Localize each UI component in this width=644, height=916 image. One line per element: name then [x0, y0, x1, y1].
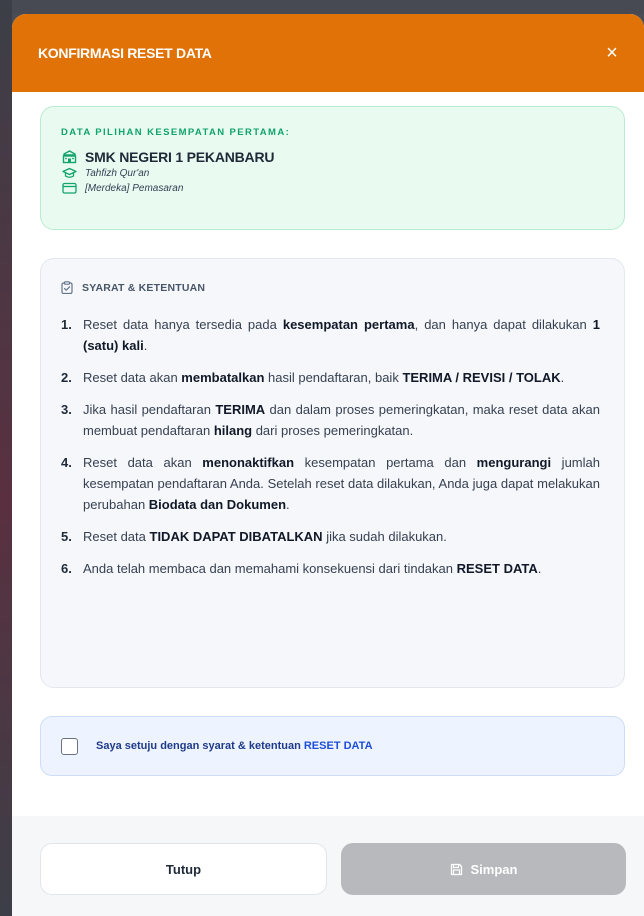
save-button[interactable]: Simpan	[341, 843, 626, 895]
agreement-checkbox[interactable]	[61, 737, 78, 755]
terms-item: 2. Reset data akan membatalkan hasil pend…	[61, 367, 600, 388]
terms-item: 5. Reset data TIDAK DAPAT DIBATALKAN jika…	[61, 526, 600, 547]
terms-list: 1. Reset data hanya tersedia pada kesempa…	[61, 314, 600, 579]
terms-item-text: Anda telah membaca dan memahami konsekue…	[83, 558, 600, 579]
selection-card: DATA PILIHAN KESEMPATAN PERTAMA: SMK NEG…	[40, 106, 625, 230]
terms-text: .	[560, 370, 565, 385]
school-icon	[61, 150, 77, 164]
major-row: [Merdeka] Pemasaran	[61, 181, 606, 195]
agreement-card: Saya setuju dengan syarat & ketentuan RE…	[40, 716, 625, 776]
terms-text: kesempatan pertama dan	[294, 455, 477, 470]
terms-emphasis: Biodata dan Dokumen	[148, 497, 287, 512]
graduation-cap-icon	[61, 166, 77, 180]
terms-item-number: 4.	[61, 455, 72, 470]
terms-text: Jika hasil pendaftaran	[83, 402, 216, 417]
terms-item-number: 2.	[61, 370, 72, 385]
terms-emphasis: menonaktifkan	[202, 455, 295, 470]
terms-item-number: 6.	[61, 561, 72, 576]
major-name: [Merdeka] Pemasaran	[85, 182, 184, 194]
modal-title: KONFIRMASI RESET DATA	[38, 45, 212, 61]
terms-text: .	[537, 561, 542, 576]
terms-text: hasil pendaftaran, baik	[264, 370, 403, 385]
terms-emphasis: mengurangi	[476, 455, 552, 470]
agreement-text: Saya setuju dengan syarat & ketentuan	[96, 740, 304, 752]
terms-item-text: Reset data akan membatalkan hasil pendaf…	[83, 367, 600, 388]
close-button[interactable]: Tutup	[40, 843, 327, 895]
backdrop	[0, 0, 644, 14]
school-row: SMK NEGERI 1 PEKANBARU	[61, 149, 606, 165]
save-button-label: Simpan	[470, 861, 518, 877]
modal-header: KONFIRMASI RESET DATA ×	[12, 14, 644, 92]
terms-text: jika sudah dilakukan.	[322, 529, 447, 544]
terms-text: , dan hanya dapat dilakukan	[414, 317, 593, 332]
terms-item: 4. Reset data akan menonaktifkan kesempat…	[61, 452, 600, 515]
card-icon	[61, 181, 77, 195]
terms-card: SYARAT & KETENTUAN 1. Reset data hanya te…	[40, 258, 625, 688]
terms-item-text: Jika hasil pendaftaran TERIMA dan dalam …	[83, 399, 600, 441]
selection-heading: DATA PILIHAN KESEMPATAN PERTAMA:	[61, 127, 291, 138]
reset-data-modal: KONFIRMASI RESET DATA × DATA PILIHAN KES…	[12, 14, 644, 916]
terms-item-text: Reset data hanya tersedia pada kesempata…	[83, 314, 600, 356]
agreement-label[interactable]: Saya setuju dengan syarat & ketentuan RE…	[96, 740, 373, 752]
school-name: SMK NEGERI 1 PEKANBARU	[85, 149, 275, 165]
program-row: Tahfizh Qur'an	[61, 166, 606, 180]
terms-emphasis: TERIMA	[215, 402, 266, 417]
terms-text: Reset data	[83, 529, 150, 544]
program-name: Tahfizh Qur'an	[85, 167, 150, 179]
terms-text: Reset data akan	[83, 455, 203, 470]
backdrop-edge	[0, 0, 12, 916]
terms-text: .	[143, 338, 148, 353]
terms-item: 1. Reset data hanya tersedia pada kesempa…	[61, 314, 600, 356]
terms-emphasis: TIDAK DAPAT DIBATALKAN	[149, 529, 323, 544]
terms-emphasis: hilang	[213, 423, 253, 438]
save-icon	[450, 863, 463, 876]
terms-emphasis: RESET DATA	[456, 561, 538, 576]
terms-text: Reset data akan	[83, 370, 182, 385]
clipboard-check-icon	[61, 281, 73, 294]
terms-text: Anda telah membaca dan memahami konsekue…	[83, 561, 457, 576]
terms-text: Reset data hanya tersedia pada	[83, 317, 283, 332]
terms-emphasis: kesempatan pertama	[282, 317, 415, 332]
terms-item-text: Reset data akan menonaktifkan kesempatan…	[83, 452, 600, 515]
terms-text: dari proses pemeringkatan.	[252, 423, 414, 438]
terms-item: 3. Jika hasil pendaftaran TERIMA dan dala…	[61, 399, 600, 441]
terms-emphasis: membatalkan	[181, 370, 265, 385]
terms-item: 6. Anda telah membaca dan memahami konsek…	[61, 558, 600, 579]
close-icon[interactable]: ×	[602, 43, 622, 63]
agreement-text-strong: RESET DATA	[303, 740, 373, 752]
terms-emphasis: TERIMA / REVISI / TOLAK	[402, 370, 561, 385]
terms-item-number: 3.	[61, 402, 72, 417]
terms-item-text: Reset data TIDAK DAPAT DIBATALKAN jika s…	[83, 526, 600, 547]
terms-item-number: 5.	[61, 529, 72, 544]
terms-item-number: 1.	[61, 317, 72, 332]
terms-heading-label: SYARAT & KETENTUAN	[82, 281, 206, 294]
terms-heading: SYARAT & KETENTUAN	[61, 281, 600, 294]
modal-footer: Tutup Simpan	[12, 816, 644, 916]
terms-text: .	[286, 497, 290, 512]
